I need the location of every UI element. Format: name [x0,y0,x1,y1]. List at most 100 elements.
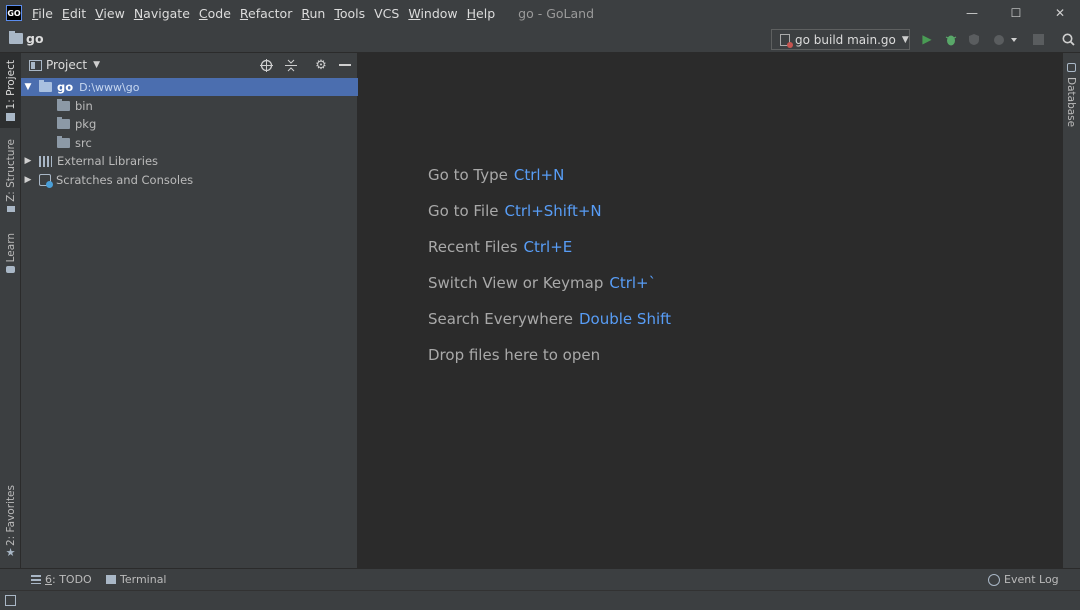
hint-label: Go to Type [428,166,508,184]
editor-empty-area[interactable]: Go to Type Ctrl+N Go to File Ctrl+Shift+N … [359,53,1062,568]
toggle-tool-windows-icon[interactable] [5,595,16,606]
goland-logo-icon: GO [6,5,22,21]
tree-root-path: D:\www\go [79,80,140,94]
title-bar: GO File Edit View Navigate Code Refactor… [0,0,1080,26]
breadcrumb-root[interactable]: go [26,31,44,46]
menu-view[interactable]: View [95,6,125,21]
menu-help[interactable]: Help [467,6,496,21]
menu-file[interactable]: File [32,6,53,21]
hint-shortcut: Double Shift [579,310,672,328]
tree-folder-pkg[interactable]: pkg [21,115,358,133]
tool-tab-terminal[interactable]: Terminal [106,573,167,586]
learn-icon [6,266,15,274]
gear-icon[interactable]: ⚙ [313,57,329,73]
tree-root-name: go [57,80,74,94]
tree-folder-src[interactable]: src [21,134,358,152]
tool-tab-structure[interactable]: Z: Structure [0,138,21,213]
hint-go-to-type: Go to Type Ctrl+N [428,166,564,184]
folder-icon [9,31,23,44]
tree-item-label: src [75,136,92,150]
minimize-icon: — [966,6,978,20]
close-button[interactable]: ✕ [1037,0,1080,26]
search-icon[interactable] [1060,31,1076,47]
collapse-all-icon[interactable] [283,57,299,73]
folder-icon [57,117,70,129]
maximize-button[interactable]: ☐ [993,0,1039,26]
hint-switch-view: Switch View or Keymap Ctrl+` [428,274,656,292]
locate-file-icon[interactable] [258,57,274,73]
hint-label: Recent Files [428,238,518,256]
right-tool-strip: Database [1062,53,1080,588]
hint-shortcut: Ctrl+E [523,238,573,256]
tool-tab-learn[interactable]: Learn [0,229,21,277]
run-configuration-label: go build main.go [795,32,896,47]
structure-icon [6,205,15,212]
tool-tab-todo[interactable]: 6: TODO [31,573,92,586]
menu-edit[interactable]: Edit [62,6,86,21]
bottom-tool-bar: 6: TODO Terminal Event Log [0,568,1080,590]
tool-tab-event-log[interactable]: Event Log [988,573,1059,586]
event-log-label: Event Log [1004,573,1059,586]
hint-label: Drop files here to open [428,346,601,364]
todo-mnemonic: 6 [45,573,52,586]
chevron-down-icon[interactable]: ▼ [93,60,100,70]
profile-icon[interactable] [992,31,1020,47]
menu-refactor[interactable]: Refactor [240,6,292,21]
run-with-coverage-icon[interactable] [966,31,982,47]
hint-label: Go to File [428,202,499,220]
folder-icon [57,136,70,148]
debug-icon[interactable] [943,31,959,47]
run-configuration-select[interactable]: go build main.go ▼ [771,29,910,50]
project-tool-window: Project ▼ ⚙ ▼ go D:\www\go bin pkg src ▶… [21,53,358,568]
tree-item-label: Scratches and Consoles [56,173,194,187]
run-icon[interactable]: ▶ [919,31,935,47]
tool-tab-project[interactable]: 1: Project [0,53,21,128]
hint-shortcut: Ctrl+N [513,166,565,184]
tree-folder-bin[interactable]: bin [21,97,358,115]
menu-window[interactable]: Window [408,6,457,21]
status-bar [0,590,1080,610]
terminal-icon [106,575,116,584]
project-icon [6,113,15,122]
event-log-icon [988,573,1000,586]
navigation-bar: go go build main.go ▼ ▶ [0,26,1080,53]
expand-arrow-icon[interactable]: ▶ [23,156,33,166]
todo-icon [31,575,41,584]
tool-tab-project-label: 1: Project [4,59,17,110]
menu-vcs[interactable]: VCS [374,6,399,21]
tree-item-label: pkg [75,117,97,131]
tool-tab-learn-label: Learn [4,232,17,263]
todo-label: : TODO [52,573,92,586]
menu-tools[interactable]: Tools [334,6,365,21]
folder-icon [39,80,52,92]
tool-tab-database[interactable]: Database [1065,77,1077,127]
tree-root-go[interactable]: ▼ go D:\www\go [21,78,358,96]
stop-icon[interactable] [1030,31,1046,47]
project-view-icon [29,59,42,71]
scratches-icon [39,174,53,188]
menu-navigate[interactable]: Navigate [134,6,190,21]
hide-panel-icon[interactable] [337,57,353,73]
tool-tab-structure-label: Z: Structure [4,139,17,202]
expand-arrow-icon[interactable]: ▶ [23,175,33,185]
minimize-button[interactable]: — [949,0,995,26]
tree-external-libraries[interactable]: ▶ External Libraries [21,152,358,170]
folder-icon [57,99,70,111]
maximize-icon: ☐ [1010,6,1022,20]
tool-tab-favorites[interactable]: 2: Favorites ★ [0,483,21,561]
menu-code[interactable]: Code [199,6,231,21]
menu-run[interactable]: Run [301,6,325,21]
expand-arrow-icon[interactable]: ▼ [23,82,33,92]
hint-go-to-file: Go to File Ctrl+Shift+N [428,202,602,220]
hint-search-everywhere: Search Everywhere Double Shift [428,310,671,328]
library-icon [39,155,52,167]
hint-label: Switch View or Keymap [428,274,604,292]
tool-tab-favorites-label: 2: Favorites [4,485,17,546]
terminal-label: Terminal [120,573,167,586]
hint-shortcut: Ctrl+Shift+N [504,202,602,220]
go-build-config-icon [780,33,793,48]
project-view-select[interactable]: Project [46,58,87,72]
close-icon: ✕ [1054,6,1066,20]
tree-scratches-and-consoles[interactable]: ▶ Scratches and Consoles [21,171,358,189]
chevron-down-icon: ▼ [901,34,909,45]
